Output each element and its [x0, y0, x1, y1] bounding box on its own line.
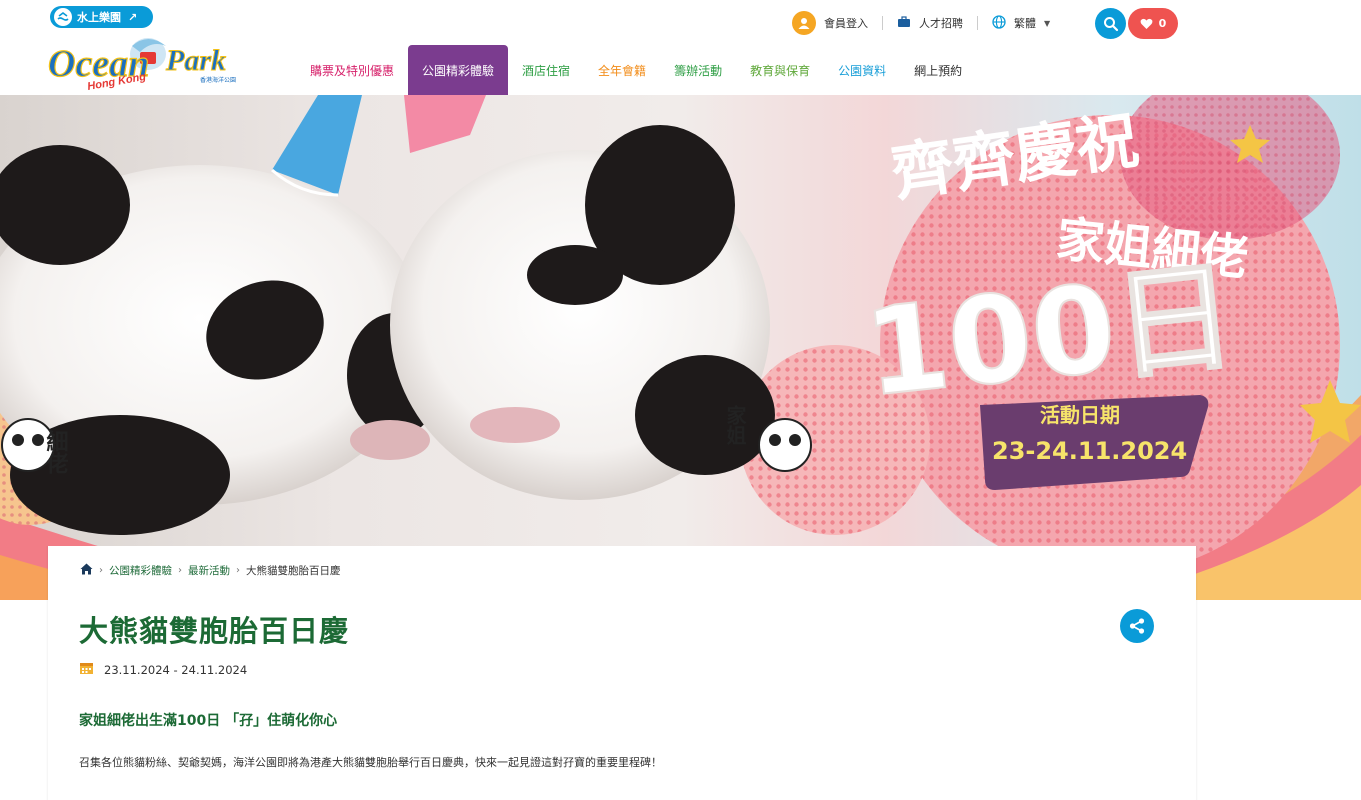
panda-right-name: 家姐 [723, 404, 747, 446]
favorites-button[interactable]: 0 [1128, 8, 1178, 39]
nav-item[interactable]: 公園資料 [824, 45, 900, 95]
event-date-row: 23.11.2024 - 24.11.2024 [79, 661, 247, 678]
chevron-right-icon: › [99, 565, 103, 576]
heart-icon [1140, 18, 1153, 29]
article-card: › 公園精彩體驗 › 最新活動 › 大熊貓雙胞胎百日慶 大熊貓雙胞胎百日慶 23… [48, 546, 1196, 800]
search-button[interactable] [1095, 8, 1126, 39]
careers-link[interactable]: 人才招聘 [897, 15, 963, 31]
user-avatar-icon [792, 11, 816, 35]
breadcrumb-current: 大熊貓雙胞胎百日慶 [246, 565, 341, 577]
water-world-label: 水上樂園 [77, 11, 121, 24]
breadcrumb: › 公園精彩體驗 › 最新活動 › 大熊貓雙胞胎百日慶 [80, 563, 341, 578]
article-intro: 召集各位熊貓粉絲、契爺契媽，海洋公園即將為港產大熊貓雙胞胎舉行百日慶典，快來一起… [79, 756, 662, 769]
nav-item[interactable]: 籌辦活動 [660, 45, 736, 95]
language-selector[interactable]: 繁體 ▼ [992, 14, 1051, 32]
site-header: 水上樂園 ↗ Ocean Park Hong Kong 香港海洋公園 會員登入 … [0, 0, 1361, 95]
banner-artwork: 齊齊慶祝 家姐細佬 100日 活動日期 23-24.11.2024 細佬 家姐 [0, 95, 1361, 600]
ocean-park-logo[interactable]: Ocean Park Hong Kong 香港海洋公園 [47, 30, 248, 112]
nav-item[interactable]: 酒店住宿 [508, 45, 584, 95]
caret-down-icon: ▼ [1044, 18, 1051, 28]
language-label: 繁體 [1014, 17, 1036, 30]
chevron-right-icon: › [236, 565, 240, 576]
nav-item[interactable]: 全年會籍 [584, 45, 660, 95]
main-navigation: 購票及特別優惠 公園精彩體驗 酒店住宿 全年會籍 籌辦活動 教育與保育 公園資料 網上預約 [296, 45, 976, 95]
article-subtitle: 家姐細佬出生滿100日 「孖」住萌化你心 [79, 713, 338, 729]
nav-item[interactable]: 購票及特別優惠 [296, 45, 408, 95]
svg-text:Park: Park [165, 44, 226, 77]
event-date-range: 23.11.2024 - 24.11.2024 [104, 662, 248, 677]
search-icon [1103, 16, 1118, 31]
divider [977, 16, 978, 30]
page-title: 大熊貓雙胞胎百日慶 [79, 614, 350, 648]
chevron-right-icon: › [178, 565, 182, 576]
utility-bar: 會員登入 人才招聘 繁體 ▼ [792, 8, 1050, 38]
member-login-label: 會員登入 [824, 17, 868, 30]
share-button[interactable] [1120, 609, 1154, 643]
banner-period-dates: 23-24.11.2024 [992, 437, 1187, 465]
breadcrumb-item[interactable]: 公園精彩體驗 [109, 563, 172, 578]
nav-item[interactable]: 教育與保育 [736, 45, 824, 95]
breadcrumb-item[interactable]: 最新活動 [188, 563, 230, 578]
calendar-icon [79, 661, 94, 678]
divider [882, 16, 883, 30]
share-icon [1129, 618, 1145, 634]
nav-item[interactable]: 公園精彩體驗 [408, 45, 509, 95]
briefcase-icon [897, 15, 911, 31]
nav-item[interactable]: 網上預約 [900, 45, 976, 95]
svg-text:香港海洋公園: 香港海洋公園 [200, 76, 236, 84]
member-login-link[interactable]: 會員登入 [792, 11, 868, 35]
water-park-icon [54, 8, 72, 26]
water-world-link[interactable]: 水上樂園 ↗ [50, 6, 153, 28]
hero-banner: 齊齊慶祝 家姐細佬 100日 活動日期 23-24.11.2024 細佬 家姐 [0, 95, 1361, 600]
home-icon[interactable] [80, 563, 93, 578]
panda-left-name: 細佬 [43, 429, 69, 474]
careers-label: 人才招聘 [919, 17, 963, 30]
external-link-icon: ↗ [128, 10, 138, 24]
globe-icon [992, 14, 1006, 32]
favorites-count: 0 [1158, 17, 1167, 30]
banner-period-label: 活動日期 [1040, 403, 1120, 427]
